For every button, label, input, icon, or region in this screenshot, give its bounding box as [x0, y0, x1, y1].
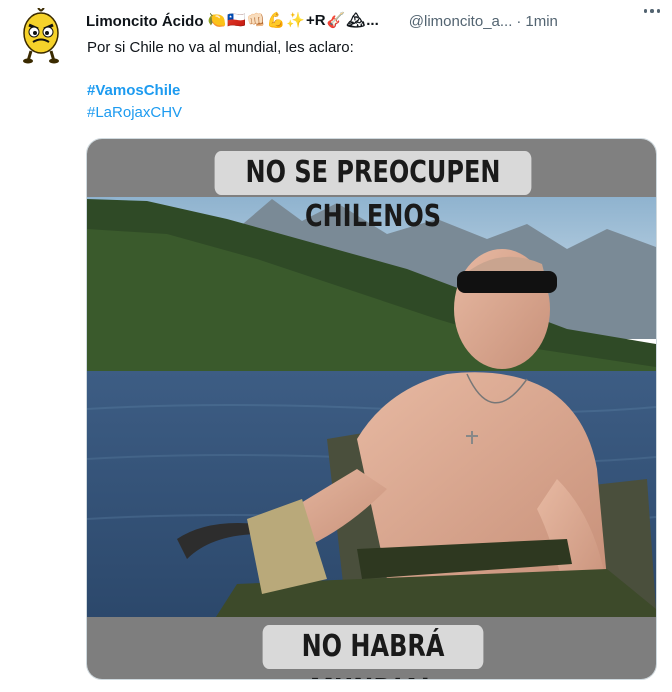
guitar-emoji-icon: 🎸: [326, 12, 346, 29]
tweet-text: Por si Chile no va al mundial, les aclar…: [87, 39, 354, 56]
chile-flag-emoji-icon: 🇨🇱: [227, 12, 246, 29]
separator-dot: ·: [516, 12, 522, 30]
author-emojis: 🍋 🇨🇱 👊🏻 💪 ✨ +R 🎸 🏔 ...: [208, 13, 379, 29]
plus-r-text: +R: [305, 12, 326, 29]
lemon-avatar-icon: [23, 7, 59, 64]
flexed-biceps-emoji-icon: 💪: [266, 12, 286, 29]
author-name[interactable]: Limoncito Ácido: [86, 13, 204, 30]
fist-emoji-icon: 👊🏻: [246, 12, 266, 29]
lemon-emoji-icon: 🍋: [207, 12, 227, 29]
tweet-header: Limoncito Ácido 🍋 🇨🇱 👊🏻 💪 ✨ +R 🎸 🏔 ... @…: [86, 10, 656, 32]
author-avatar[interactable]: [18, 7, 64, 64]
tweet[interactable]: Limoncito Ácido 🍋 🇨🇱 👊🏻 💪 ✨ +R 🎸 🏔 ... @…: [0, 0, 672, 692]
tweet-media-image[interactable]: NO SE PREOCUPEN CHILENOS NO HABRÁ MUNDIA…: [86, 138, 657, 680]
tweet-timestamp[interactable]: 1min: [525, 13, 558, 30]
author-handle[interactable]: @limoncito_a...: [409, 13, 513, 30]
mountain-emoji-icon: 🏔: [346, 12, 366, 29]
hashtag-vamoschile[interactable]: #VamosChile: [87, 80, 180, 102]
more-options-icon[interactable]: [642, 2, 662, 20]
meme-caption-bottom: NO HABRÁ MUNDIAL: [262, 625, 484, 679]
sparkles-emoji-icon: ✨: [286, 12, 305, 29]
meme-caption-top: NO SE PREOCUPEN CHILENOS: [214, 151, 532, 234]
name-ellipsis: ...: [366, 12, 379, 29]
hashtag-larojaxchv[interactable]: #LaRojaxCHV: [87, 102, 182, 124]
